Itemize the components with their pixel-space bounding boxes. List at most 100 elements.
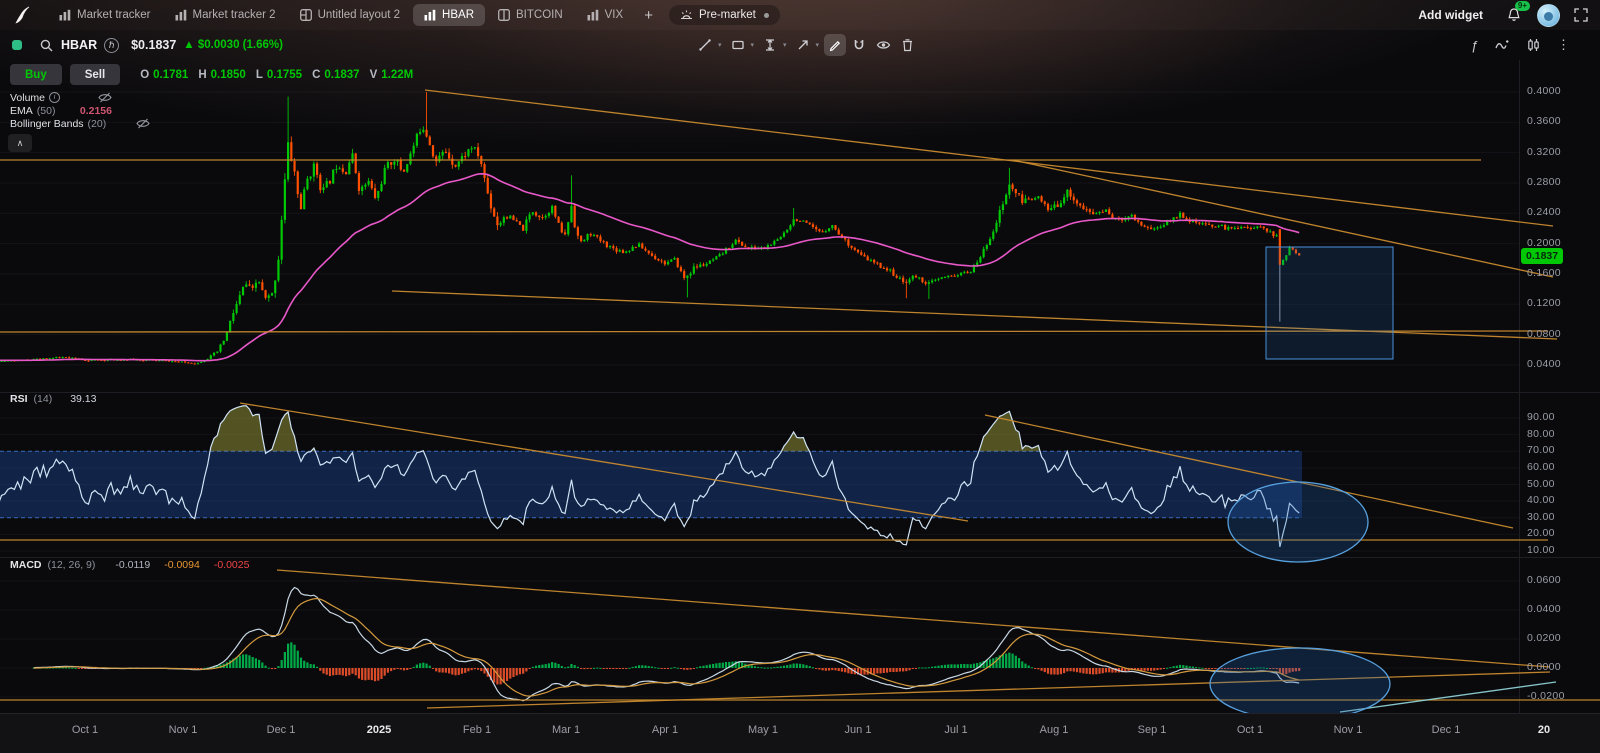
add-widget-button[interactable]: Add widget — [1418, 8, 1483, 22]
time-axis-label: Dec 1 — [267, 724, 296, 736]
layout-grid-icon — [300, 9, 312, 21]
magnet-tool-button[interactable] — [848, 34, 870, 56]
dropdown-caret-icon[interactable]: ▾ — [718, 41, 722, 49]
session-label: Pre-market — [699, 9, 756, 21]
ema-value: 0.2156 — [80, 105, 112, 117]
delete-drawings-trash-button[interactable] — [896, 34, 918, 56]
sunrise-icon — [680, 10, 693, 21]
time-axis-label: Dec 1 — [1432, 724, 1461, 736]
axis-tick-label: 10.00 — [1527, 544, 1555, 556]
axis-tick-label: 60.00 — [1527, 461, 1555, 473]
axis-tick-label: 0.4000 — [1527, 85, 1561, 97]
rsi-label: RSI — [10, 393, 28, 405]
candle-style-button[interactable] — [1527, 38, 1540, 52]
axis-tick-label: 0.2400 — [1527, 206, 1561, 218]
highlight-ellipse[interactable] — [1210, 648, 1390, 720]
candles — [0, 92, 1300, 365]
dropdown-caret-icon[interactable]: ▾ — [783, 41, 787, 49]
chart-bars-icon — [59, 9, 71, 21]
symbol-name[interactable]: HBAR — [61, 38, 97, 52]
info-icon[interactable]: i — [49, 92, 60, 103]
buy-button[interactable]: Buy — [10, 64, 62, 85]
dropdown-caret-icon[interactable]: ▾ — [751, 41, 755, 49]
time-axis-label: 2025 — [367, 724, 391, 736]
eye-off-icon[interactable] — [136, 118, 150, 129]
time-axis-label: Aug 1 — [1040, 724, 1069, 736]
rsi-params: (14) — [34, 393, 53, 405]
drawing-toolbar: ▾ ▾ ▾ ▾ — [694, 34, 918, 56]
tab-label: Untitled layout 2 — [318, 9, 400, 21]
time-axis-label: Apr 1 — [652, 724, 678, 736]
macd-params: (12, 26, 9) — [48, 559, 96, 571]
price-change: ▲ $0.0030 (1.66%) — [183, 39, 283, 51]
axis-tick-label: 20.00 — [1527, 527, 1555, 539]
time-axis-label: Nov 1 — [1334, 724, 1363, 736]
time-axis-label: May 1 — [748, 724, 778, 736]
ohlcv-readout: O0.1781 H0.1850 L0.1755 C0.1837 V1.22M — [140, 69, 413, 81]
ema-line — [0, 174, 1299, 361]
sell-button[interactable]: Sell — [70, 64, 120, 85]
draw-pencil-tool-button[interactable] — [824, 34, 846, 56]
tab-label: BITCOIN — [516, 9, 563, 21]
hbar-logo-icon: ℏ — [104, 38, 119, 53]
highlight-ellipse[interactable] — [1228, 482, 1368, 562]
tab-label: Market tracker — [77, 9, 151, 21]
chart-bars-icon — [587, 9, 599, 21]
axis-tick-label: 90.00 — [1527, 411, 1555, 423]
fullscreen-button[interactable] — [1574, 8, 1588, 22]
robinhood-feather-logo-icon[interactable] — [12, 5, 32, 25]
more-options-button[interactable]: ⋮ — [1557, 37, 1570, 53]
notifications-button[interactable]: 9+ — [1503, 4, 1525, 26]
tab-market-tracker-2[interactable]: Market tracker 2 — [164, 4, 287, 26]
arrow-tool-button[interactable] — [792, 34, 814, 56]
highlight-rectangle[interactable] — [1266, 247, 1393, 359]
legend-row-ema: EMA(50) 0.2156 — [10, 104, 112, 117]
trade-row: Buy Sell O0.1781 H0.1850 L0.1755 C0.1837… — [10, 64, 413, 85]
axis-tick-label: 0.0600 — [1527, 574, 1561, 586]
time-axis-label: 20 — [1538, 724, 1550, 736]
tab-market-tracker[interactable]: Market tracker — [48, 4, 162, 26]
indicators-fx-button[interactable]: ƒ — [1471, 38, 1478, 53]
dropdown-caret-icon[interactable]: ▾ — [816, 41, 820, 49]
axis-tick-label: 40.00 — [1527, 494, 1555, 506]
time-axis-label: Nov 1 — [169, 724, 198, 736]
axis-tick-label: 0.0200 — [1527, 632, 1561, 644]
time-axis-label: Mar 1 — [552, 724, 580, 736]
axis-tick-label: 0.2800 — [1527, 176, 1561, 188]
price-range-tool-button[interactable] — [759, 34, 781, 56]
trend-line-tool-button[interactable] — [694, 34, 716, 56]
avatar[interactable] — [1537, 4, 1560, 27]
collapse-legend-button[interactable]: ∧ — [8, 134, 32, 152]
high-value: 0.1850 — [211, 69, 246, 81]
symbol-toolbar: HBAR ℏ $0.1837 ▲ $0.0030 (1.66%) ▾ ▾ ▾ ▾ — [0, 30, 1600, 60]
bollinger-params: (20) — [88, 118, 107, 130]
fullscreen-icon — [1574, 8, 1588, 22]
macd-line-value: -0.0119 — [115, 559, 150, 571]
time-axis[interactable]: Oct 1Nov 1Dec 12025Feb 1Mar 1Apr 1May 1J… — [0, 713, 1600, 753]
eye-off-icon[interactable] — [98, 92, 112, 103]
time-axis-label: Oct 1 — [72, 724, 98, 736]
legend-row-bollinger: Bollinger Bands (20) — [10, 117, 150, 130]
axis-tick-label: 30.00 — [1527, 511, 1555, 523]
chart-canvas[interactable] — [0, 0, 1600, 753]
chart-settings-toolbar: ƒ ⋮ — [1471, 30, 1570, 60]
bollinger-label: Bollinger Bands — [10, 118, 84, 130]
macd-signal-value: -0.0094 — [164, 559, 200, 571]
macd-legend: MACD (12, 26, 9) -0.0119 -0.0094 -0.0025 — [10, 559, 249, 571]
compare-add-line-button[interactable] — [1495, 39, 1510, 52]
rectangle-tool-button[interactable] — [727, 34, 749, 56]
visibility-tool-button[interactable] — [872, 34, 894, 56]
session-pre-market-pill[interactable]: Pre-market — [669, 5, 780, 25]
tab-vix[interactable]: VIX — [576, 4, 635, 26]
axis-tick-label: 0.0400 — [1527, 603, 1561, 615]
tab-bitcoin[interactable]: BITCOIN — [487, 4, 574, 26]
axis-tick-label: 0.0400 — [1527, 358, 1561, 370]
tab-untitled-layout-2[interactable]: Untitled layout 2 — [289, 4, 411, 26]
add-tab-button[interactable]: + — [644, 8, 653, 23]
axis-tick-label: 0.3600 — [1527, 115, 1561, 127]
axis-tick-label: 0.1200 — [1527, 297, 1561, 309]
search-icon[interactable] — [40, 39, 53, 52]
tab-hbar[interactable]: HBAR — [413, 4, 485, 26]
axis-tick-label: 50.00 — [1527, 478, 1555, 490]
last-price-badge: 0.1837 — [1521, 248, 1563, 264]
